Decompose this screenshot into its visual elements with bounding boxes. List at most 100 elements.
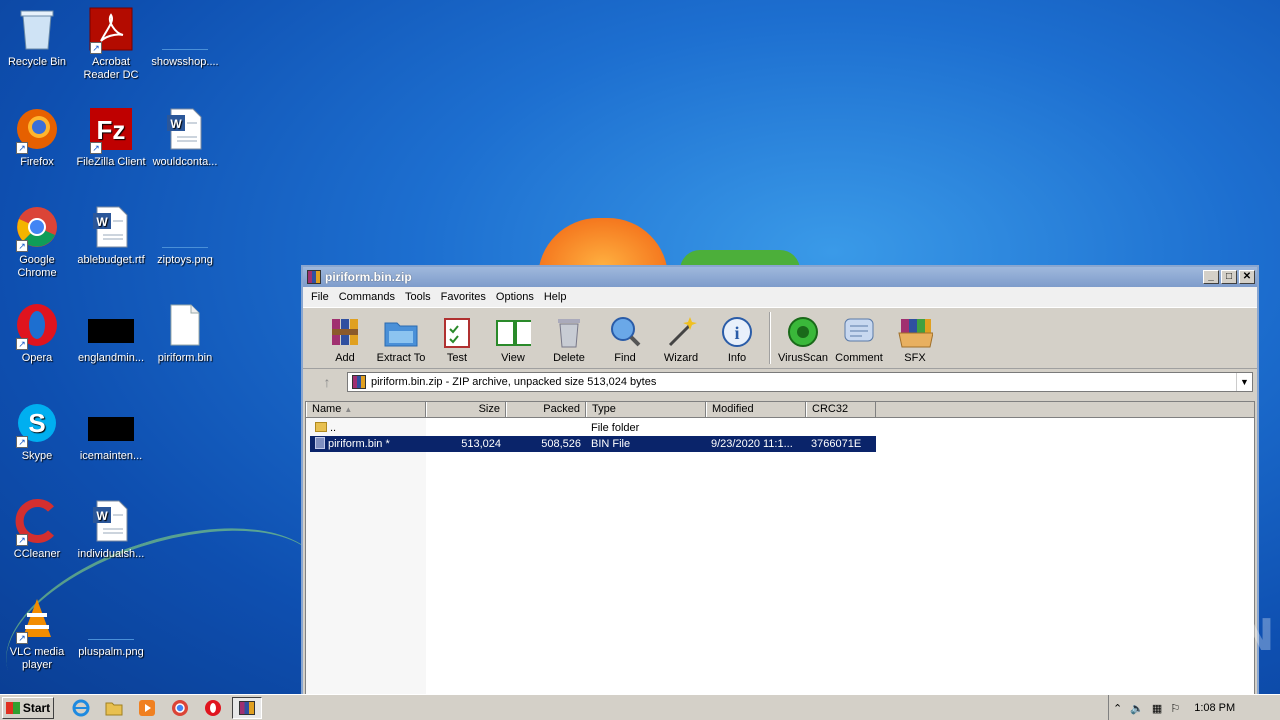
volume-icon[interactable]: 🔈 [1130,702,1144,715]
desktop-icon-chrome[interactable]: ↗ Google Chrome [0,204,74,280]
col-packed[interactable]: Packed [506,402,586,417]
window-titlebar[interactable]: piriform.bin.zip _ □ ✕ [303,267,1257,287]
wizard-button[interactable]: Wizard [653,315,709,364]
desktop-icon-label: individualsh... [77,548,145,560]
maximize-button[interactable]: □ [1221,270,1237,284]
add-button[interactable]: Add [317,315,373,364]
menu-tools[interactable]: Tools [401,291,437,303]
opera-taskbar-icon[interactable] [202,698,224,718]
find-label: Find [614,352,636,364]
word-doc-icon: W [88,204,134,250]
virusscan-button[interactable]: VirusScan [775,315,831,364]
desktop-icon-ablebudget[interactable]: W ablebudget.rtf [74,204,148,267]
comment-button[interactable]: Comment [831,315,887,364]
menu-favorites[interactable]: Favorites [437,291,492,303]
info-button[interactable]: i Info [709,315,765,364]
test-button[interactable]: Test [429,315,485,364]
media-player-icon[interactable] [136,698,158,718]
delete-button[interactable]: Delete [541,315,597,364]
ie-icon[interactable] [70,698,92,718]
desktop-icon-vlc[interactable]: ↗ VLC media player [0,596,74,672]
minimize-button[interactable]: _ [1203,270,1219,284]
row-size [426,420,506,436]
up-arrow-icon[interactable]: ↑ [307,374,347,390]
winrar-task-button[interactable] [232,696,262,719]
address-text: piriform.bin.zip - ZIP archive, unpacked… [371,376,657,388]
find-button[interactable]: Find [597,315,653,364]
chrome-icon: ↗ [14,204,60,252]
row-type: BIN File [591,438,631,450]
col-crc32[interactable]: CRC32 [806,402,876,417]
svg-text:i: i [734,323,739,343]
word-doc-icon: W [88,498,134,544]
desktop-icon-label: ablebudget.rtf [77,254,145,266]
clock[interactable]: 1:08 PM [1194,702,1235,714]
close-button[interactable]: ✕ [1239,270,1255,284]
word-doc-icon: W [162,106,208,152]
wizard-label: Wizard [663,352,699,364]
desktop-icon-recycle-bin[interactable]: Recycle Bin [0,6,74,69]
view-button[interactable]: View [485,315,541,364]
desktop-icon-pluspalm[interactable]: pluspalm.png [74,596,148,659]
add-archive-icon [327,315,363,349]
desktop-icon-wouldconta[interactable]: W wouldconta... [148,106,222,169]
wand-icon [663,315,699,349]
row-modified: 9/23/2020 11:1... [711,438,793,450]
desktop-icon-showsshop[interactable]: showsshop.... [148,6,222,69]
info-label: Info [727,352,747,364]
menu-help[interactable]: Help [540,291,573,303]
image-thumb-icon [162,204,208,250]
explorer-folder-icon[interactable] [103,698,125,718]
magnifier-icon [607,315,643,349]
desktop-icon-skype[interactable]: S ↗ Skype [0,400,74,463]
col-type[interactable]: Type [586,402,706,417]
svg-text:W: W [170,117,182,131]
desktop-icon-icemainten[interactable]: icemainten... [74,400,148,463]
toolbar-separator [769,312,771,364]
menu-file[interactable]: File [307,291,335,303]
vlc-icon: ↗ [14,596,60,644]
folder-icon [315,422,327,432]
desktop-icon-piriform-bin[interactable]: piriform.bin [148,302,222,365]
desktop-icon-individualsh[interactable]: W individualsh... [74,498,148,561]
menu-options[interactable]: Options [492,291,540,303]
desktop-icon-ziptoys[interactable]: ziptoys.png [148,204,222,267]
row-name: piriform.bin * [310,436,426,452]
action-center-flag-icon[interactable]: ⚐ [1170,702,1180,715]
name-column-shade [306,418,426,694]
table-row[interactable]: .. File folder [310,420,876,436]
delete-label: Delete [553,352,585,364]
sfx-label: SFX [904,352,926,364]
chevron-down-icon[interactable]: ▼ [1236,373,1252,391]
start-button[interactable]: Start [2,696,54,719]
desktop-icon-ccleaner[interactable]: ↗ CCleaner [0,498,74,561]
menu-commands[interactable]: Commands [335,291,401,303]
row-size: 513,024 [461,438,501,450]
info-icon: i [719,315,755,349]
desktop-icon-label: VLC media player [9,646,65,671]
address-combo[interactable]: piriform.bin.zip - ZIP archive, unpacked… [347,372,1253,392]
col-size[interactable]: Size [426,402,506,417]
show-hidden-icons-icon[interactable]: ⌃ [1113,702,1122,715]
row-packed: 508,526 [541,438,581,450]
start-label: Start [22,700,51,715]
virus-scan-icon [785,315,821,349]
desktop-icon-firefox[interactable]: ↗ Firefox [0,106,74,169]
extract-to-button[interactable]: Extract To [373,315,429,364]
row-type: File folder [591,422,640,434]
firefox-icon: ↗ [14,106,60,154]
col-modified[interactable]: Modified [706,402,806,417]
chrome-taskbar-icon[interactable] [169,698,191,718]
desktop-icon-opera[interactable]: ↗ Opera [0,302,74,365]
desktop-icon-englandmin[interactable]: englandmin... [74,302,148,365]
row-crc [806,420,876,436]
desktop-icon-label: Recycle Bin [7,56,67,68]
desktop-icon-acrobat[interactable]: ↗ Acrobat Reader DC [74,6,148,82]
comment-icon [841,315,877,349]
network-icon[interactable]: ▦ [1152,702,1162,715]
desktop-icon-filezilla[interactable]: Fz ↗ FileZilla Client [74,106,148,169]
col-name[interactable]: Name ▲ [306,402,426,417]
sfx-box-icon [897,315,933,349]
sfx-button[interactable]: SFX [887,315,943,364]
table-row-selected[interactable]: piriform.bin * 513,024 508,526 BIN File … [310,436,876,452]
